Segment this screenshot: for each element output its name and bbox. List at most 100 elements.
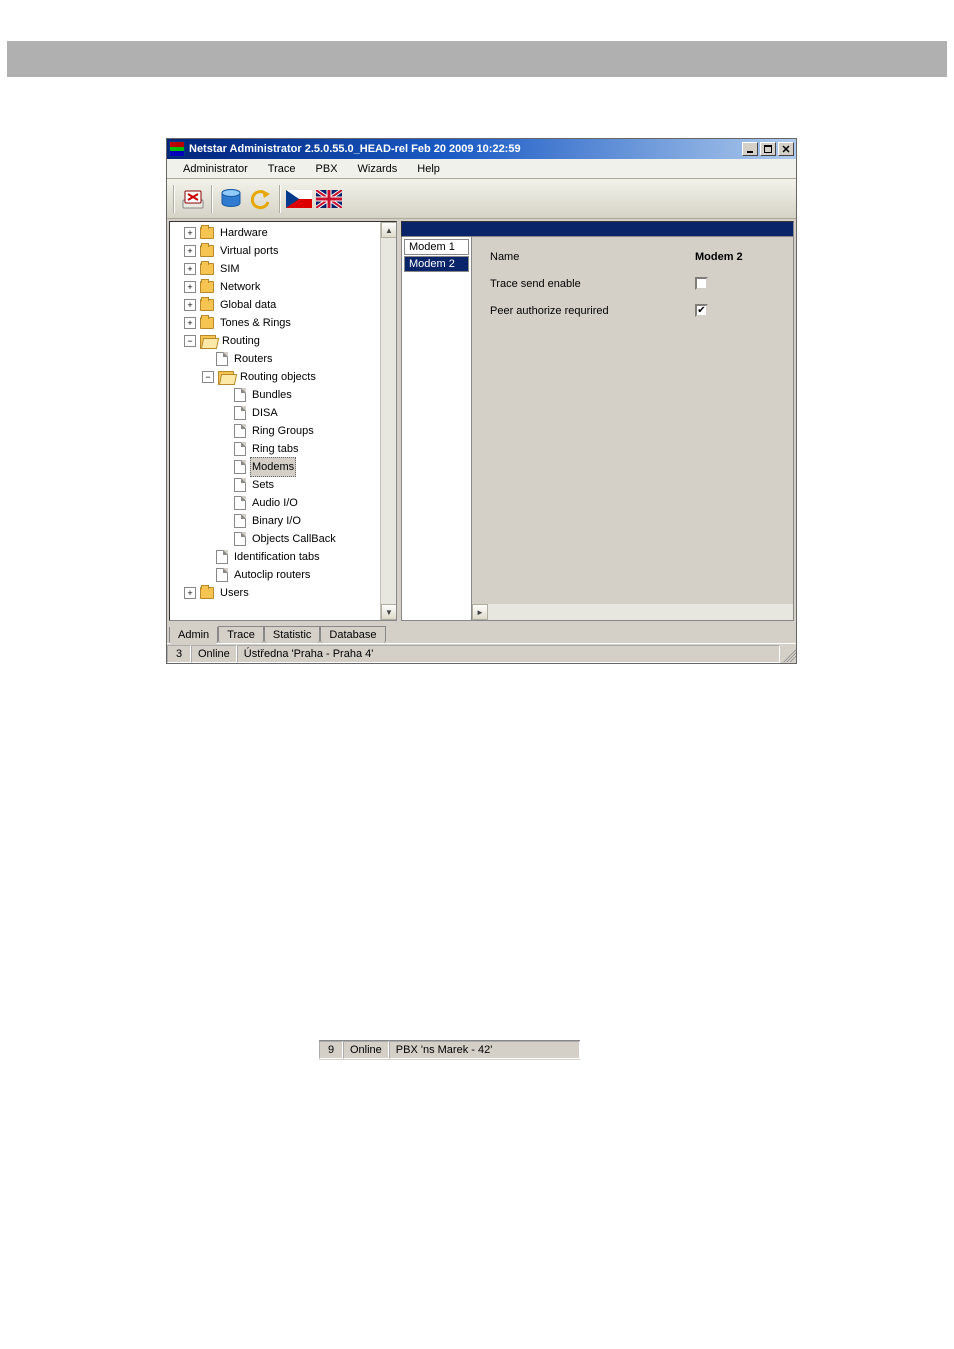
exit-icon[interactable] <box>179 185 207 213</box>
folder-icon <box>200 245 214 257</box>
statusbar: 3 Online Ústředna 'Praha - Praha 4' <box>167 643 796 663</box>
collapse-icon[interactable] <box>184 335 196 347</box>
expand-icon[interactable] <box>184 263 196 275</box>
page-icon <box>234 424 246 438</box>
scroll-down-icon[interactable]: ▼ <box>381 604 397 620</box>
tree-item[interactable]: SIM <box>172 260 396 278</box>
undo-icon[interactable] <box>247 185 275 213</box>
tree-item-label: Binary I/O <box>250 512 303 530</box>
tree-item-label: SIM <box>218 260 242 278</box>
tree-item-label: Audio I/O <box>250 494 300 512</box>
tree-panel: HardwareVirtual portsSIMNetworkGlobal da… <box>169 221 397 621</box>
window-controls <box>740 142 794 156</box>
folder-open-icon <box>218 371 234 383</box>
tab-database[interactable]: Database <box>320 626 385 643</box>
flag-cz-icon[interactable] <box>285 185 313 213</box>
tree-item[interactable]: Network <box>172 278 396 296</box>
minimize-button[interactable] <box>742 142 758 156</box>
tree-item[interactable]: Routing <box>172 332 396 350</box>
tree-item[interactable]: Users <box>172 584 396 602</box>
right-panel-header <box>401 221 794 237</box>
menu-help[interactable]: Help <box>407 161 450 177</box>
folder-icon <box>200 263 214 275</box>
folder-icon <box>200 317 214 329</box>
page-icon <box>234 532 246 546</box>
tree-item[interactable]: Identification tabs <box>172 548 396 566</box>
maximize-button[interactable] <box>760 142 776 156</box>
page-icon <box>216 568 228 582</box>
detail-value: Modem 2 <box>695 251 743 263</box>
checkbox[interactable] <box>695 277 708 290</box>
tree-item[interactable]: Bundles <box>172 386 396 404</box>
collapse-icon[interactable] <box>202 371 214 383</box>
mini-status-text: PBX 'ns Marek - 42' <box>389 1041 580 1059</box>
tree-item-label: Global data <box>218 296 278 314</box>
menu-wizards[interactable]: Wizards <box>348 161 408 177</box>
database-icon[interactable] <box>217 185 245 213</box>
menu-trace[interactable]: Trace <box>258 161 306 177</box>
folder-icon <box>200 227 214 239</box>
tree-item[interactable]: Objects CallBack <box>172 530 396 548</box>
page-icon <box>234 388 246 402</box>
tree-item[interactable]: Routing objects <box>172 368 396 386</box>
tree-item[interactable]: Tones & Rings <box>172 314 396 332</box>
detail-label: Peer authorize requrired <box>490 305 695 317</box>
tree-item[interactable]: DISA <box>172 404 396 422</box>
modem-list-item[interactable]: Modem 2 <box>404 256 469 272</box>
expand-icon[interactable] <box>184 227 196 239</box>
page-icon <box>234 442 246 456</box>
tree-item-label: Users <box>218 584 251 602</box>
menu-pbx[interactable]: PBX <box>306 161 348 177</box>
tree-item-label: Identification tabs <box>232 548 322 566</box>
tree-item[interactable]: Autoclip routers <box>172 566 396 584</box>
tree-item[interactable]: Hardware <box>172 224 396 242</box>
tree-item-label: Autoclip routers <box>232 566 312 584</box>
horizontal-scrollbar[interactable]: ◄ ► <box>472 604 793 620</box>
page-icon <box>234 460 246 474</box>
tree-item[interactable]: Ring Groups <box>172 422 396 440</box>
expand-icon[interactable] <box>184 587 196 599</box>
tree-item-label: Ring tabs <box>250 440 300 458</box>
detail-label: Name <box>490 251 695 263</box>
tab-admin[interactable]: Admin <box>169 627 218 644</box>
titlebar: Netstar Administrator 2.5.0.55.0_HEAD-re… <box>167 139 796 159</box>
tree-scrollbar[interactable]: ▲ ▼ <box>380 222 396 620</box>
status-text: Ústředna 'Praha - Praha 4' <box>237 645 780 663</box>
tree-item[interactable]: Ring tabs <box>172 440 396 458</box>
tree-item[interactable]: Global data <box>172 296 396 314</box>
tab-trace[interactable]: Trace <box>218 626 264 643</box>
expand-icon[interactable] <box>184 299 196 311</box>
detail-row: Trace send enable <box>490 277 785 290</box>
tree-item[interactable]: Sets <box>172 476 396 494</box>
menubar: Administrator Trace PBX Wizards Help <box>167 159 796 179</box>
tree-item[interactable]: Modems <box>172 458 396 476</box>
expand-icon[interactable] <box>184 281 196 293</box>
tree-item[interactable]: Virtual ports <box>172 242 396 260</box>
tree-item-label: Tones & Rings <box>218 314 293 332</box>
tree-item[interactable]: Audio I/O <box>172 494 396 512</box>
close-button[interactable] <box>778 142 794 156</box>
flag-uk-icon[interactable] <box>315 185 343 213</box>
tree-item-label: Network <box>218 278 262 296</box>
detail-row: NameModem 2 <box>490 251 785 263</box>
tree-item[interactable]: Binary I/O <box>172 512 396 530</box>
page-icon <box>216 550 228 564</box>
expand-icon[interactable] <box>184 245 196 257</box>
bottom-tabs: AdminTraceStatisticDatabase <box>167 623 796 643</box>
tab-statistic[interactable]: Statistic <box>264 626 321 643</box>
expand-icon[interactable] <box>184 317 196 329</box>
detail-label: Trace send enable <box>490 278 695 290</box>
mini-status-count: 9 <box>319 1041 343 1059</box>
scroll-up-icon[interactable]: ▲ <box>381 222 397 238</box>
status-online: Online <box>191 645 237 663</box>
page-icon <box>234 406 246 420</box>
tree-item[interactable]: Routers <box>172 350 396 368</box>
menu-administrator[interactable]: Administrator <box>173 161 258 177</box>
scroll-right-icon[interactable]: ► <box>472 604 488 620</box>
checkbox[interactable]: ✔ <box>695 304 708 317</box>
right-panel: Modem 1Modem 2 NameModem 2Trace send ena… <box>401 221 794 621</box>
modem-list-item[interactable]: Modem 1 <box>404 239 469 255</box>
resize-grip-icon[interactable] <box>780 646 796 662</box>
page-icon <box>216 352 228 366</box>
folder-icon <box>200 299 214 311</box>
